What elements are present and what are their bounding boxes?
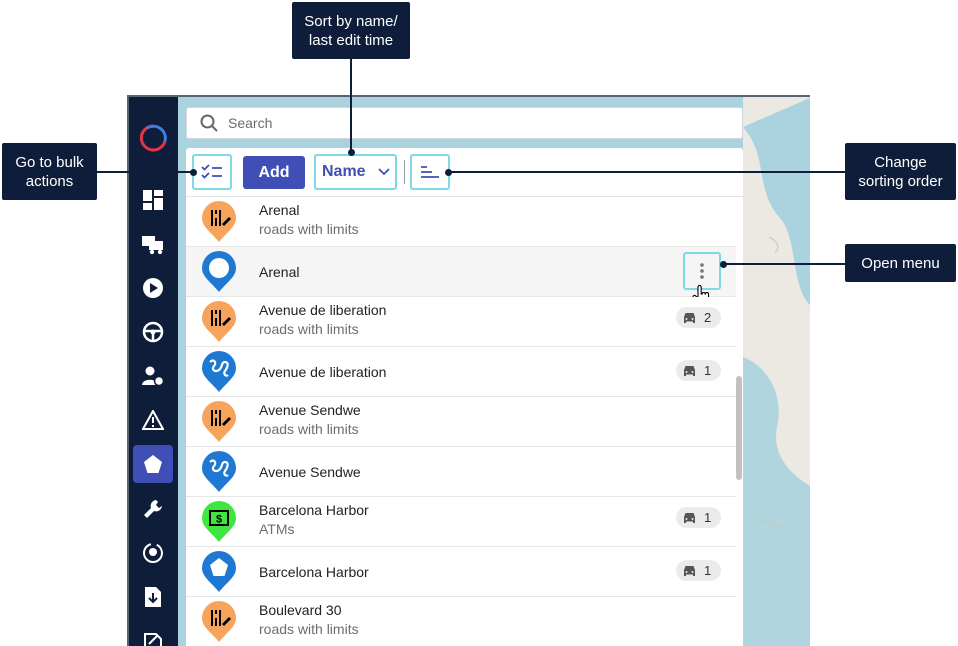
list-item[interactable]: Avenue Sendwe [186,447,736,497]
list-item[interactable]: Avenue Sendwe roads with limits [186,397,736,447]
sort-field-label: Name [322,163,366,180]
car-icon [684,512,695,523]
road-limit-pin-icon [202,201,236,242]
callout-sort-field: Sort by name/ last edit time [292,2,410,59]
vehicle-count-badge[interactable]: 1 [676,360,721,381]
geofence-icon[interactable] [133,445,173,483]
list-item[interactable]: Avenue de liberation 1 [186,347,736,397]
bulk-actions-button[interactable] [192,154,232,190]
download-file-icon[interactable] [133,578,173,616]
row-subtitle: roads with limits [259,421,359,437]
list-scrollbar[interactable] [736,376,742,480]
row-subtitle: ATMs [259,521,295,537]
checklist-icon [201,164,222,179]
car-icon [684,312,695,323]
sort-order-icon [421,166,439,178]
more-vertical-icon [700,263,704,279]
geofence-panel: Add Name Arenal roads with limits Arenal [186,148,743,646]
polygon-pin-icon [202,551,236,592]
driver-icon[interactable] [133,357,173,395]
search-input[interactable] [226,114,730,132]
location-circle-icon[interactable] [133,534,173,572]
chevron-down-icon [377,168,390,176]
row-subtitle: roads with limits [259,621,359,637]
row-title: Avenue Sendwe [259,464,361,480]
list-item[interactable]: Barcelona Harbor 1 [186,547,736,597]
list-item[interactable]: $ Barcelona Harbor ATMs 1 [186,497,736,547]
road-limit-pin-icon [202,301,236,342]
sort-field-dropdown[interactable]: Name [314,154,397,190]
row-title: Arenal [259,264,300,280]
dashboard-icon[interactable] [133,181,173,219]
car-icon [684,565,695,576]
callout-dot [720,260,727,268]
road-limit-pin-icon [202,401,236,442]
road-limit-pin-icon [202,601,236,642]
callout-dot [445,168,452,176]
callout-dot [190,168,197,176]
wrench-icon[interactable] [133,490,173,528]
callout-connector [723,263,845,265]
toolbar-divider [404,160,405,184]
sort-order-button[interactable] [410,154,450,190]
badge-count: 2 [704,310,712,325]
warning-icon[interactable] [133,401,173,439]
row-title: Barcelona Harbor [259,502,369,518]
list-item[interactable]: Arenal [186,247,736,307]
circle-geofence-pin-icon [202,251,236,292]
callout-sort-order: Change sorting order [845,143,956,200]
callout-connector [449,171,845,173]
vehicle-count-badge[interactable]: 1 [676,507,721,528]
route-pin-icon [202,451,236,492]
row-subtitle: roads with limits [259,221,359,237]
row-subtitle: roads with limits [259,321,359,337]
app-logo-icon[interactable] [133,119,173,157]
callout-connector [97,171,193,173]
steering-wheel-icon[interactable] [133,313,173,351]
callout-dot [347,149,355,156]
callout-bulk-actions: Go to bulk actions [2,143,97,200]
export-icon[interactable] [133,622,173,646]
row-title: Barcelona Harbor [259,564,369,580]
row-title: Boulevard 30 [259,602,342,618]
vehicle-count-badge[interactable]: 2 [676,307,721,328]
list-item[interactable]: Boulevard 30 roads with limits [186,597,736,646]
row-title: Arenal [259,202,300,218]
add-button[interactable]: Add [243,156,305,189]
app-window: Add Name Arenal roads with limits Arenal [127,95,810,646]
play-icon[interactable] [133,269,173,307]
search-box [186,107,743,139]
badge-count: 1 [704,563,712,578]
atm-pin-icon: $ [202,501,236,542]
row-title: Avenue de liberation [259,364,387,380]
svg-text:$: $ [216,514,222,526]
callout-open-menu: Open menu [845,244,956,282]
callout-connector [350,59,352,151]
search-icon [200,114,218,132]
car-icon [684,365,695,376]
badge-count: 1 [704,510,712,525]
row-title: Avenue de liberation [259,302,387,318]
list-item[interactable]: Arenal roads with limits [186,197,736,247]
row-title: Avenue Sendwe [259,402,361,418]
vehicle-count-badge[interactable]: 1 [676,560,721,581]
geofence-list: Arenal roads with limits Arenal Avenue d… [186,197,736,646]
route-pin-icon [202,351,236,392]
badge-count: 1 [704,363,712,378]
list-item[interactable]: Avenue de liberation roads with limits 2 [186,297,736,347]
trucks-icon[interactable] [133,225,173,263]
sidebar [129,97,178,646]
